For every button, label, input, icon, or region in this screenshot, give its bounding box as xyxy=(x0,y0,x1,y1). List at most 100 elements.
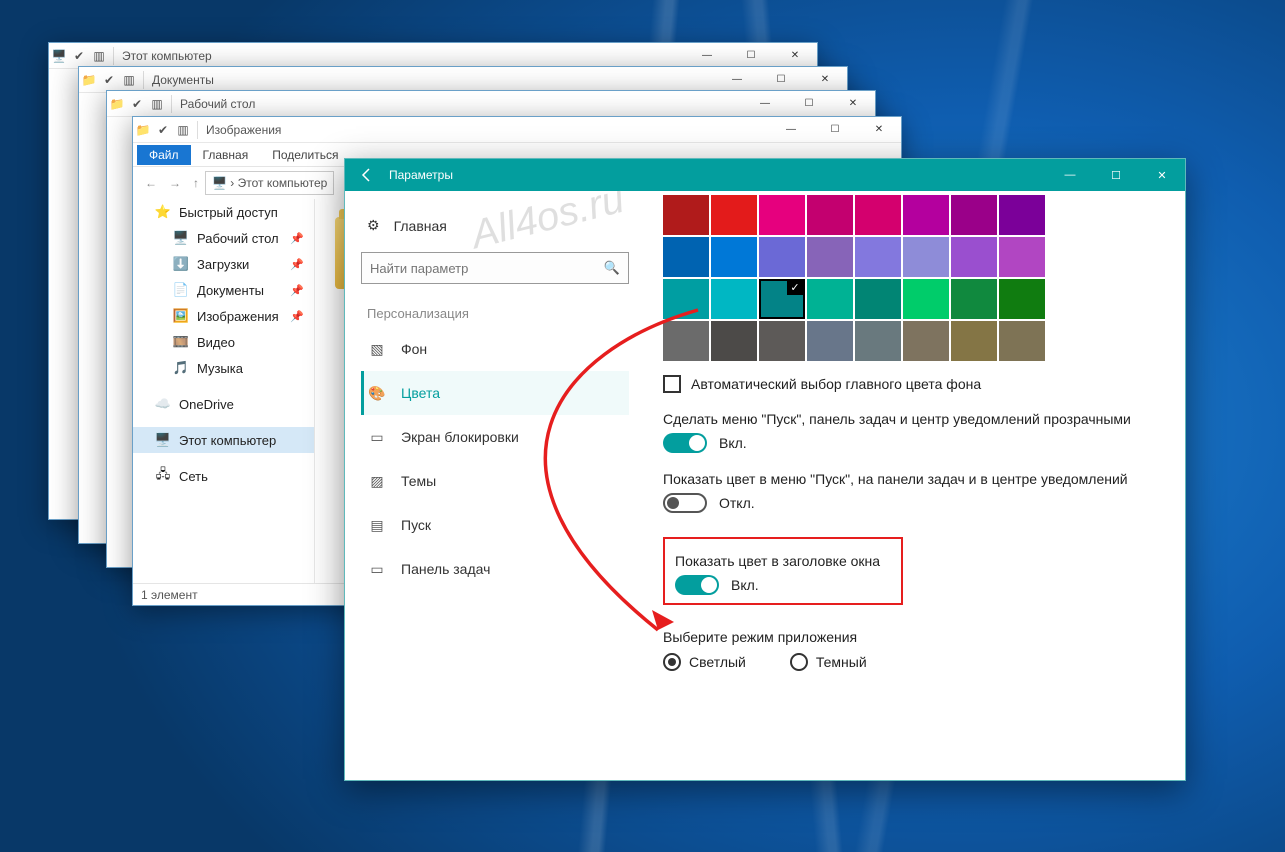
color-swatch[interactable] xyxy=(999,195,1045,235)
titlebar[interactable]: 📁 ✔ ▥ Изображения —☐✕ xyxy=(133,117,901,143)
nav-up-icon[interactable]: ↑ xyxy=(187,176,205,190)
nav-home[interactable]: ⚙ Главная xyxy=(361,211,629,240)
search-input[interactable]: 🔍 xyxy=(361,252,629,284)
nav-fwd-icon[interactable]: → xyxy=(163,176,187,190)
color-swatch[interactable] xyxy=(951,195,997,235)
color-swatch[interactable] xyxy=(807,279,853,319)
nav-taskbar[interactable]: ▭Панель задач xyxy=(361,547,629,591)
toggle-titlecolor[interactable] xyxy=(675,575,719,595)
qat-icon[interactable]: ✔ xyxy=(101,72,117,88)
qat-icon[interactable]: ✔ xyxy=(71,48,87,64)
sidebar-item-documents[interactable]: 📄Документы📌 xyxy=(133,277,314,303)
color-swatch[interactable] xyxy=(807,237,853,277)
sidebar-item-desktop[interactable]: 🖥️Рабочий стол📌 xyxy=(133,225,314,251)
sidebar-item-videos[interactable]: 🎞️Видео xyxy=(133,329,314,355)
settings-titlebar[interactable]: Параметры — ☐ ✕ xyxy=(345,159,1185,191)
color-swatch[interactable] xyxy=(999,237,1045,277)
color-swatch[interactable] xyxy=(807,321,853,361)
close-button[interactable]: ✕ xyxy=(831,91,875,117)
titlebar[interactable]: 📁 ✔ ▥ Рабочий стол —☐✕ xyxy=(107,91,875,117)
maximize-button[interactable]: ☐ xyxy=(759,67,803,93)
breadcrumb[interactable]: 🖥️ › Этот компьютер xyxy=(205,171,334,195)
pictures-icon: 🖼️ xyxy=(173,308,189,324)
close-button[interactable]: ✕ xyxy=(857,117,901,143)
color-swatch[interactable] xyxy=(951,321,997,361)
sidebar-item-music[interactable]: 🎵Музыка xyxy=(133,355,314,381)
qat-icon[interactable]: ▥ xyxy=(175,122,191,138)
close-button[interactable]: ✕ xyxy=(773,43,817,69)
qat-icon[interactable]: ✔ xyxy=(155,122,171,138)
nav-back-icon[interactable]: ← xyxy=(139,176,163,190)
qat-icon[interactable]: ▥ xyxy=(149,96,165,112)
color-swatch[interactable] xyxy=(951,279,997,319)
sidebar-this-pc[interactable]: 🖥️Этот компьютер xyxy=(133,427,314,453)
sidebar-item-downloads[interactable]: ⬇️Загрузки📌 xyxy=(133,251,314,277)
settings-nav: ⚙ Главная 🔍 Персонализация ▧Фон 🎨Цвета ▭… xyxy=(345,191,645,780)
sidebar-quick-access[interactable]: ⭐Быстрый доступ xyxy=(133,199,314,225)
color-swatch[interactable] xyxy=(855,279,901,319)
lockscreen-icon: ▭ xyxy=(367,429,387,446)
sidebar-label: Быстрый доступ xyxy=(179,205,278,220)
color-swatch[interactable] xyxy=(711,279,757,319)
ribbon-home[interactable]: Главная xyxy=(191,145,261,165)
color-swatch[interactable] xyxy=(663,195,709,235)
search-field[interactable] xyxy=(370,261,604,276)
checkbox-icon[interactable] xyxy=(663,375,681,393)
color-swatch[interactable] xyxy=(663,279,709,319)
color-swatch[interactable] xyxy=(903,195,949,235)
color-swatch[interactable] xyxy=(711,237,757,277)
toggle-transparent[interactable] xyxy=(663,433,707,453)
sidebar-item-pictures[interactable]: 🖼️Изображения📌 xyxy=(133,303,314,329)
radio-light[interactable]: Светлый xyxy=(663,653,746,671)
color-swatch[interactable] xyxy=(903,279,949,319)
minimize-button[interactable]: — xyxy=(743,91,787,117)
color-swatch[interactable] xyxy=(759,195,805,235)
color-swatch[interactable] xyxy=(855,195,901,235)
sidebar-network[interactable]: 🖧Сеть xyxy=(133,463,314,489)
color-swatch[interactable] xyxy=(711,195,757,235)
nav-start[interactable]: ▤Пуск xyxy=(361,503,629,547)
maximize-button[interactable]: ☐ xyxy=(1093,159,1139,191)
ribbon-file[interactable]: Файл xyxy=(137,145,191,165)
color-swatch[interactable] xyxy=(999,321,1045,361)
color-swatch[interactable] xyxy=(711,321,757,361)
color-swatch[interactable] xyxy=(903,321,949,361)
color-swatch[interactable] xyxy=(951,237,997,277)
color-swatch[interactable] xyxy=(759,237,805,277)
color-swatch[interactable] xyxy=(759,279,805,319)
back-button[interactable] xyxy=(345,159,389,191)
qat-icon[interactable]: ✔ xyxy=(129,96,145,112)
nav-background[interactable]: ▧Фон xyxy=(361,327,629,371)
sidebar-onedrive[interactable]: ☁️OneDrive xyxy=(133,391,314,417)
minimize-button[interactable]: — xyxy=(769,117,813,143)
maximize-button[interactable]: ☐ xyxy=(787,91,831,117)
pin-icon: 📌 xyxy=(290,284,314,297)
color-swatch[interactable] xyxy=(663,321,709,361)
color-swatch[interactable] xyxy=(855,237,901,277)
nav-colors[interactable]: 🎨Цвета xyxy=(361,371,629,415)
close-button[interactable]: ✕ xyxy=(803,67,847,93)
close-button[interactable]: ✕ xyxy=(1139,159,1185,191)
maximize-button[interactable]: ☐ xyxy=(813,117,857,143)
minimize-button[interactable]: — xyxy=(685,43,729,69)
color-swatch[interactable] xyxy=(903,237,949,277)
minimize-button[interactable]: — xyxy=(715,67,759,93)
minimize-button[interactable]: — xyxy=(1047,159,1093,191)
qat-icon[interactable]: ▥ xyxy=(121,72,137,88)
onedrive-icon: ☁️ xyxy=(155,396,171,412)
color-swatch[interactable] xyxy=(663,237,709,277)
radio-dark[interactable]: Темный xyxy=(790,653,867,671)
maximize-button[interactable]: ☐ xyxy=(729,43,773,69)
color-swatch[interactable] xyxy=(999,279,1045,319)
settings-window[interactable]: Параметры — ☐ ✕ ⚙ Главная 🔍 Персонализац… xyxy=(344,158,1186,781)
ribbon-share[interactable]: Поделиться xyxy=(260,145,350,165)
pin-icon: 📌 xyxy=(290,232,314,245)
auto-color-checkbox[interactable]: Автоматический выбор главного цвета фона xyxy=(663,375,1167,393)
color-swatch[interactable] xyxy=(855,321,901,361)
nav-lockscreen[interactable]: ▭Экран блокировки xyxy=(361,415,629,459)
toggle-showcolor[interactable] xyxy=(663,493,707,513)
qat-icon[interactable]: ▥ xyxy=(91,48,107,64)
color-swatch[interactable] xyxy=(759,321,805,361)
nav-themes[interactable]: ▨Темы xyxy=(361,459,629,503)
color-swatch[interactable] xyxy=(807,195,853,235)
